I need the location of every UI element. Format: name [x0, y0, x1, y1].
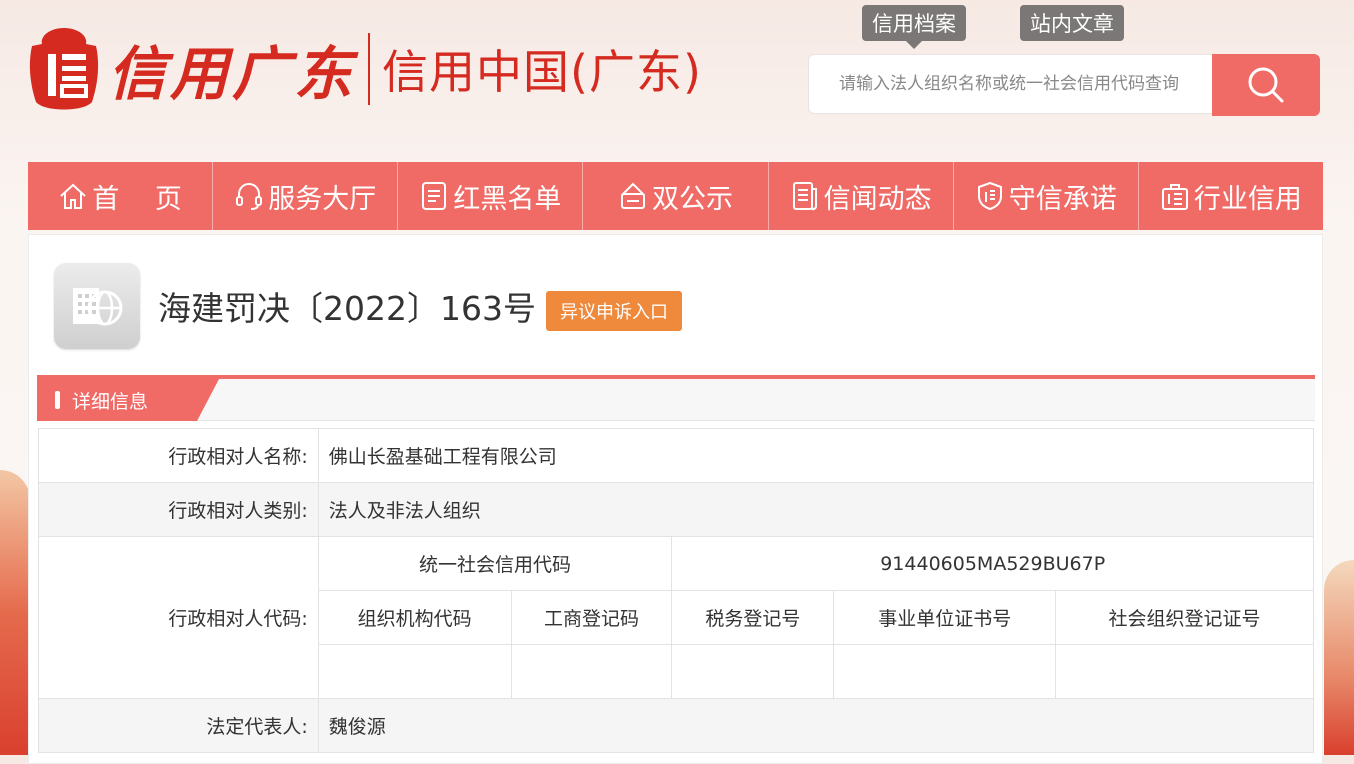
business-reg-header: 工商登记码	[510, 590, 673, 645]
social-org-value	[1055, 644, 1314, 699]
name-value: 佛山长盈基础工程有限公司	[317, 428, 1315, 483]
building-icon	[1161, 184, 1188, 210]
logo-script-text: 信用广东	[108, 40, 357, 108]
legal-rep-value: 魏俊源	[317, 698, 1315, 753]
nav-item-label: 信闻动态	[823, 183, 932, 215]
decor-left	[0, 470, 30, 755]
search-bar	[808, 54, 1320, 116]
detail-panel: 海建罚决〔2022〕163号 异议申诉入口 详细信息 行政相对人名称: 佛山长盈…	[28, 234, 1323, 764]
tab-details[interactable]: 详细信息	[37, 379, 219, 421]
search-input[interactable]	[808, 54, 1212, 114]
nav-item-double-publicity[interactable]: 双公示	[583, 162, 769, 230]
nav-item-label: 双公示	[651, 183, 733, 215]
table-row: 行政相对人名称: 佛山长盈基础工程有限公司	[38, 428, 1315, 483]
name-label: 行政相对人名称:	[38, 428, 319, 483]
logo-divider	[368, 33, 371, 105]
nav-item-label: 守信承诺	[1008, 183, 1117, 215]
nav-item-label: 首 页	[92, 183, 182, 215]
shield-icon	[977, 181, 1002, 211]
list-icon	[422, 182, 447, 210]
page-title: 海建罚决〔2022〕163号	[158, 289, 536, 328]
section-tab-label: 详细信息	[72, 390, 149, 413]
site-logo[interactable]: 信用广东 信用中国(广东)	[26, 24, 702, 114]
tab-credit-archive[interactable]: 信用档案	[862, 5, 966, 49]
category-label: 行政相对人类别:	[38, 482, 319, 537]
nav-item-news[interactable]: 信闻动态	[769, 162, 954, 230]
nav-item-service-hall[interactable]: 服务大厅	[213, 162, 399, 230]
section-header: 详细信息	[37, 375, 1315, 421]
business-reg-value	[510, 644, 673, 699]
institution-cert-header: 事业单位证书号	[833, 590, 1057, 645]
social-org-header: 社会组织登记证号	[1055, 590, 1314, 645]
institution-cert-value	[833, 644, 1057, 699]
table-row: 行政相对人代码: 统一社会信用代码 91440605MA529BU67P	[38, 536, 1314, 699]
home-icon	[60, 183, 86, 209]
org-code-header: 组织机构代码	[317, 590, 512, 645]
tax-reg-value	[671, 644, 835, 699]
entity-building-icon	[54, 263, 140, 349]
appeal-button[interactable]: 异议申诉入口	[545, 291, 682, 331]
uscc-label: 统一社会信用代码	[317, 536, 673, 591]
nav-item-label: 红黑名单	[453, 183, 562, 215]
search-scope-tabs: 信用档案 站内文章	[862, 5, 1124, 49]
nav-item-red-black-list[interactable]: 红黑名单	[398, 162, 584, 230]
detail-table: 行政相对人名称: 佛山长盈基础工程有限公司 行政相对人类别: 法人及非法人组织 …	[38, 428, 1315, 753]
nav-item-label: 行业信用	[1193, 183, 1302, 215]
table-row: 行政相对人类别: 法人及非法人组织	[38, 482, 1315, 537]
decor-right	[1324, 560, 1354, 755]
headset-icon	[236, 183, 263, 210]
legal-rep-label: 法定代表人:	[38, 698, 319, 753]
org-code-value	[317, 644, 512, 699]
tax-reg-header: 税务登记号	[671, 590, 835, 645]
tab-site-articles[interactable]: 站内文章	[1020, 5, 1124, 41]
logo-seal-icon	[26, 24, 102, 114]
title-row: 海建罚决〔2022〕163号 异议申诉入口	[54, 263, 682, 349]
main-nav: 首 页 服务大厅 红黑名单 双公示 信闻动态 守信承诺 行业信用	[28, 162, 1323, 230]
uscc-value: 91440605MA529BU67P	[671, 536, 1314, 591]
nav-item-industry-credit[interactable]: 行业信用	[1139, 162, 1323, 230]
table-row: 法定代表人: 魏俊源	[38, 698, 1315, 753]
logo-subtitle: 信用中国(广东)	[382, 45, 702, 99]
code-label: 行政相对人代码:	[38, 536, 319, 699]
nav-item-home[interactable]: 首 页	[28, 162, 214, 230]
category-value: 法人及非法人组织	[317, 482, 1315, 537]
section-tab-marker	[55, 391, 60, 409]
search-button[interactable]	[1212, 54, 1320, 116]
search-icon	[1248, 67, 1284, 103]
news-icon	[792, 182, 817, 211]
bell-sign-icon	[620, 182, 646, 209]
nav-item-credit-promise[interactable]: 守信承诺	[954, 162, 1139, 230]
nav-item-label: 服务大厅	[268, 183, 377, 215]
